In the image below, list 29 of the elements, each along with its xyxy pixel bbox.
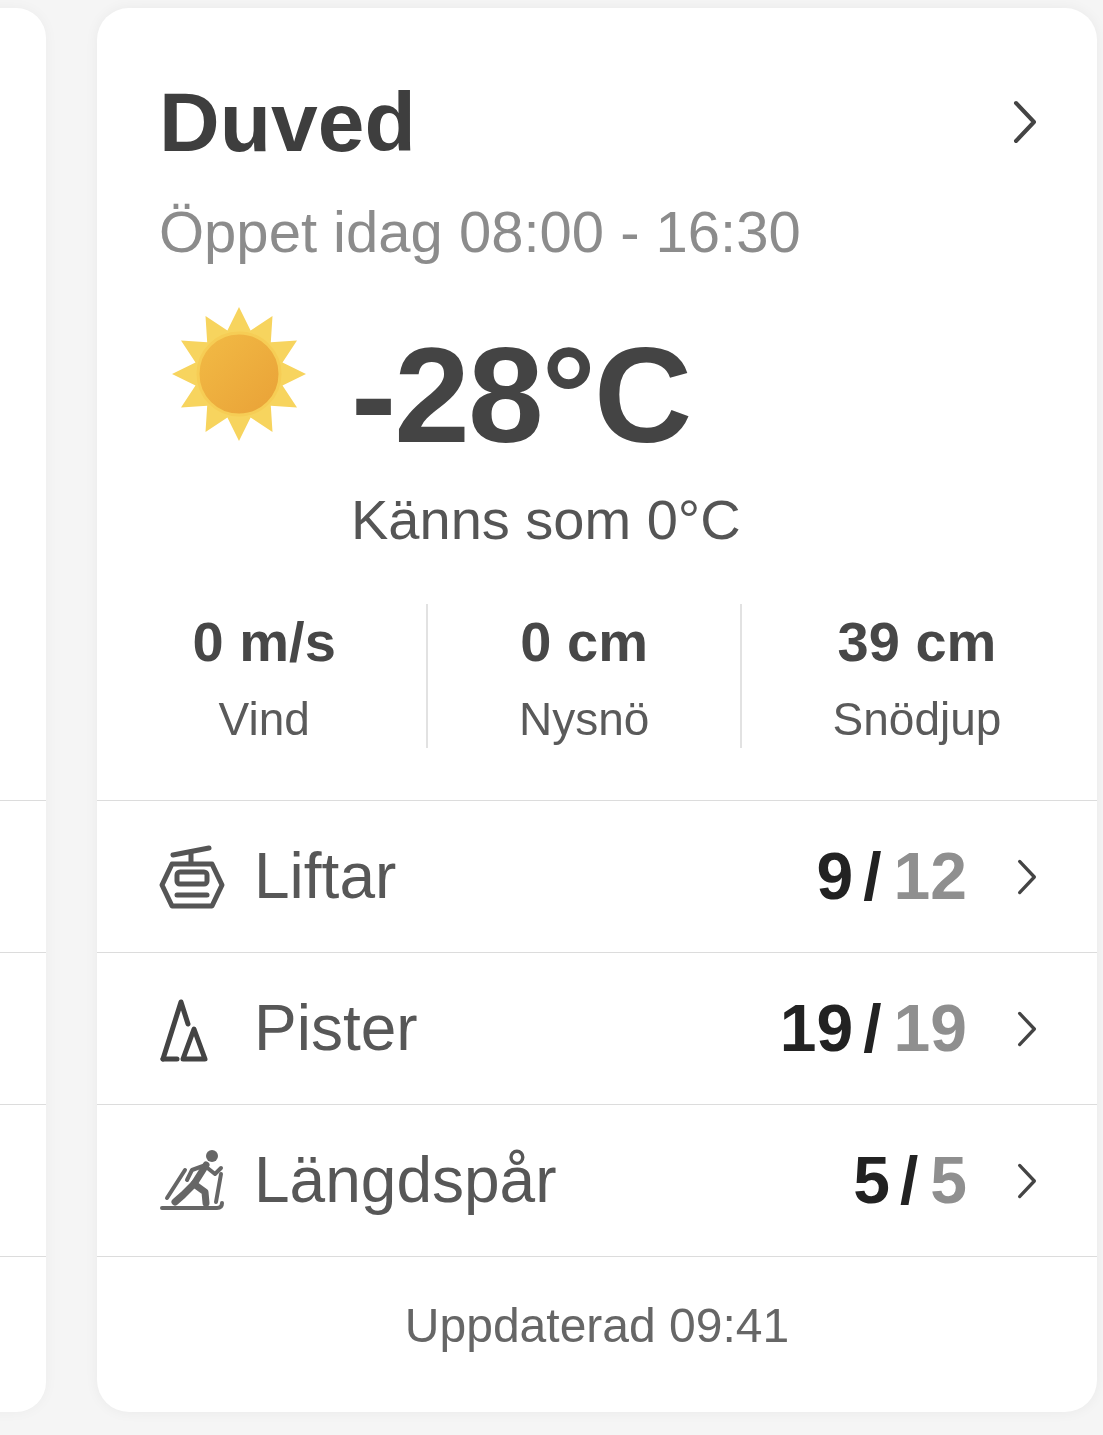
count-separator: / bbox=[863, 837, 882, 915]
gondola-icon bbox=[159, 843, 225, 910]
facility-label: Liftar bbox=[254, 839, 397, 915]
total-count: 19 bbox=[893, 989, 967, 1067]
facility-label: Längdspår bbox=[254, 1143, 557, 1219]
count-separator: / bbox=[863, 989, 882, 1067]
chevron-icon bbox=[1017, 858, 1037, 895]
open-count: 9 bbox=[816, 837, 854, 915]
resort-name: Duved bbox=[159, 74, 416, 171]
stat-label: Nysnö bbox=[518, 691, 651, 747]
stat-value: 39 cm bbox=[836, 609, 998, 676]
open-count: 19 bbox=[779, 989, 854, 1067]
stat-label: Vind bbox=[217, 691, 311, 747]
stat-label: Snödjup bbox=[831, 691, 1003, 747]
facility-label: Pister bbox=[254, 991, 418, 1067]
chevron-icon bbox=[1017, 1010, 1037, 1047]
count-separator: / bbox=[899, 1141, 919, 1219]
updated-time: Uppdaterad 09:41 bbox=[404, 1299, 790, 1352]
stat-value: 0 m/s bbox=[191, 609, 337, 676]
sun-icon bbox=[171, 306, 307, 443]
open-count: 5 bbox=[853, 1141, 890, 1219]
stat-value: 0 cm bbox=[519, 609, 649, 676]
total-count: 12 bbox=[893, 837, 967, 915]
total-count: 5 bbox=[930, 1141, 967, 1219]
chevron-icon bbox=[1017, 1162, 1037, 1199]
feels-like-temperature: Känns som 0°C bbox=[351, 487, 741, 554]
chevron-icon bbox=[1013, 100, 1037, 145]
opening-hours: Öppet idag 08:00 - 16:30 bbox=[159, 197, 802, 266]
temperature: -28°C bbox=[351, 327, 692, 464]
